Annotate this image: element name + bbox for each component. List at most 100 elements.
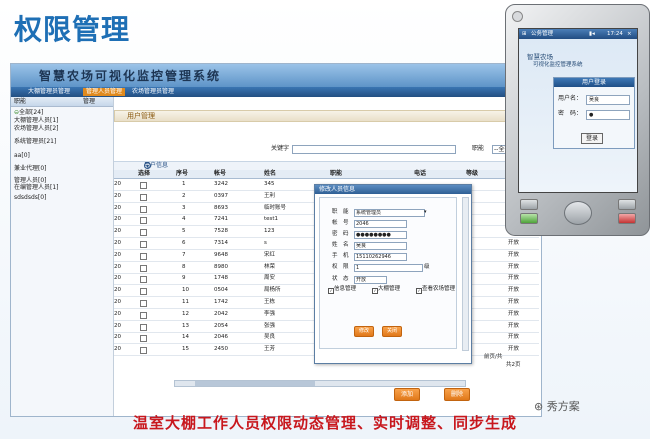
table-cell: 开放 (508, 240, 520, 246)
nav-tab-staff-admin[interactable]: 管理人员管理 (83, 88, 126, 96)
power-icon (512, 11, 523, 22)
table-cell: 20 (114, 287, 121, 294)
table-cell: 0397 (214, 192, 228, 199)
table-cell: 王芳 (264, 346, 276, 353)
username-input[interactable]: 吴良 (586, 95, 630, 105)
nav-tab-greenhouse-admin[interactable]: 大棚管理员管理 (25, 88, 73, 96)
table-cell: 20 (114, 263, 121, 270)
name-input[interactable]: 吴良 (354, 242, 407, 250)
keyword-input[interactable] (292, 145, 456, 154)
close-button[interactable]: 关闭 (382, 326, 402, 337)
login-button[interactable]: 登录 (581, 133, 603, 144)
col-header: 等级 (466, 170, 479, 177)
row-checkbox[interactable] (140, 252, 147, 260)
row-checkbox[interactable] (140, 300, 147, 307)
level-input[interactable]: 1 (354, 264, 423, 272)
table-cell: 2 (182, 192, 186, 199)
delete-button[interactable]: 删除 (444, 388, 470, 401)
sidebar-manage-link[interactable]: 管理 (83, 98, 95, 105)
row-checkbox[interactable] (140, 288, 147, 296)
table-header: 选择 序号 帐号 姓名 职能 电话 等级 状态 (114, 170, 539, 179)
table-cell: 345 (264, 181, 275, 187)
table-cell: 开放 (508, 334, 520, 341)
row-checkbox[interactable] (140, 193, 147, 201)
row-checkbox[interactable] (140, 311, 147, 319)
table-cell: 开放 (508, 322, 520, 329)
account-input[interactable]: 2046 (354, 220, 407, 228)
search-row: 关键字 职能 --全部-- (114, 142, 539, 158)
table-cell: 2054 (214, 322, 228, 329)
row-checkbox[interactable] (140, 264, 147, 272)
row-checkbox[interactable] (140, 276, 147, 284)
tree-item[interactable]: aa[0] (14, 152, 30, 159)
table-cell: 张强 (264, 322, 276, 329)
banner-title: 智慧农场可视化监控管理系统 (39, 69, 222, 83)
scroll-thumb[interactable] (195, 381, 315, 386)
app-banner: 智慧农场可视化监控管理系统 (11, 64, 541, 87)
dpad-icon[interactable] (564, 201, 592, 225)
table-cell: 20 (114, 251, 121, 258)
table-cell: 3242 (214, 181, 228, 187)
table-cell: 20 (114, 192, 121, 199)
tree-item[interactable]: sdsdsds[0] (14, 194, 46, 201)
col-header: 序号 (176, 170, 189, 177)
tree-item[interactable]: 管理人员[0] (14, 177, 47, 184)
checkbox-label: 大棚管理 (378, 286, 401, 292)
slide-caption: 温室大棚工作人员权限动态管理、实时调整、同步生成 (132, 414, 517, 432)
col-header: 选择 (138, 170, 151, 177)
save-button[interactable]: 修改 (354, 326, 374, 337)
table-cell: 8980 (214, 263, 228, 270)
table-cell: 20 (114, 228, 121, 235)
password-input[interactable]: ●●●●●●●● (354, 231, 407, 239)
col-header: 姓名 (264, 170, 277, 177)
horizontal-scrollbar[interactable] (174, 380, 466, 387)
tree-item[interactable]: 兼业代理[0] (14, 165, 47, 172)
table-cell: 0504 (214, 287, 228, 294)
tree-item[interactable]: 系统管理员[21] (14, 138, 56, 145)
table-cell: 2042 (214, 310, 228, 317)
tree-item-all[interactable]: ⊖全部[24] (14, 109, 43, 116)
password-input[interactable]: ● (586, 110, 630, 120)
col-header: 电话 (414, 170, 427, 177)
nav-tab-farm-admin[interactable]: 农场管理员管理 (129, 88, 177, 96)
row-checkbox[interactable] (140, 335, 147, 343)
row-checkbox[interactable] (140, 229, 147, 237)
close-icon[interactable]: × (627, 31, 632, 37)
softkey-right[interactable] (618, 199, 636, 210)
top-navbar: 大棚管理员管理 管理人员管理 农场管理员管理 (11, 87, 541, 97)
pagination-total: 共2页 (506, 362, 521, 368)
dialog-titlebar: 修改人员信息 (315, 185, 471, 194)
row-checkbox[interactable] (140, 182, 147, 189)
tree-item[interactable]: 在编管理人员[1] (14, 184, 59, 191)
add-button[interactable]: 添加 (394, 388, 420, 401)
row-checkbox[interactable] (140, 323, 147, 331)
hangup-icon[interactable] (618, 213, 636, 224)
tree-item[interactable]: 农场管理人员[2] (14, 125, 59, 132)
tree-item[interactable]: 大棚管理人员[1] (14, 117, 59, 124)
phone-input[interactable]: 15110262946 (354, 253, 407, 261)
field-label: 姓 名 (332, 242, 349, 248)
softkey-left[interactable] (520, 199, 538, 210)
table-cell: 周安 (264, 275, 276, 282)
table-cell: 3 (182, 204, 186, 211)
password-label: 密 码： (558, 110, 583, 117)
row-checkbox[interactable] (140, 347, 147, 355)
role-select[interactable]: 系统管理员 (354, 209, 425, 217)
login-box: 用户登录 用户名： 吴良 密 码： ● 登录 (553, 77, 635, 149)
row-checkbox[interactable] (140, 241, 147, 248)
table-cell: 20 (114, 275, 121, 282)
row-checkbox[interactable] (140, 217, 147, 225)
call-icon[interactable] (520, 213, 538, 224)
table-cell: 14 (182, 334, 189, 341)
chevron-down-icon[interactable]: ▾ (424, 209, 427, 216)
table-cell: 15 (182, 346, 189, 353)
dialog-scrollbar[interactable] (462, 197, 469, 351)
status-select[interactable]: 开放 (354, 276, 387, 284)
table-cell: 5 (182, 228, 186, 235)
slide-title: 权限管理 (14, 13, 131, 46)
panel-title: 用户管理 (127, 112, 155, 120)
field-label: 手 机 (332, 253, 349, 259)
table-cell: 7314 (214, 240, 228, 246)
row-checkbox[interactable] (140, 205, 147, 213)
phone-clock: 17:24 (607, 31, 623, 37)
